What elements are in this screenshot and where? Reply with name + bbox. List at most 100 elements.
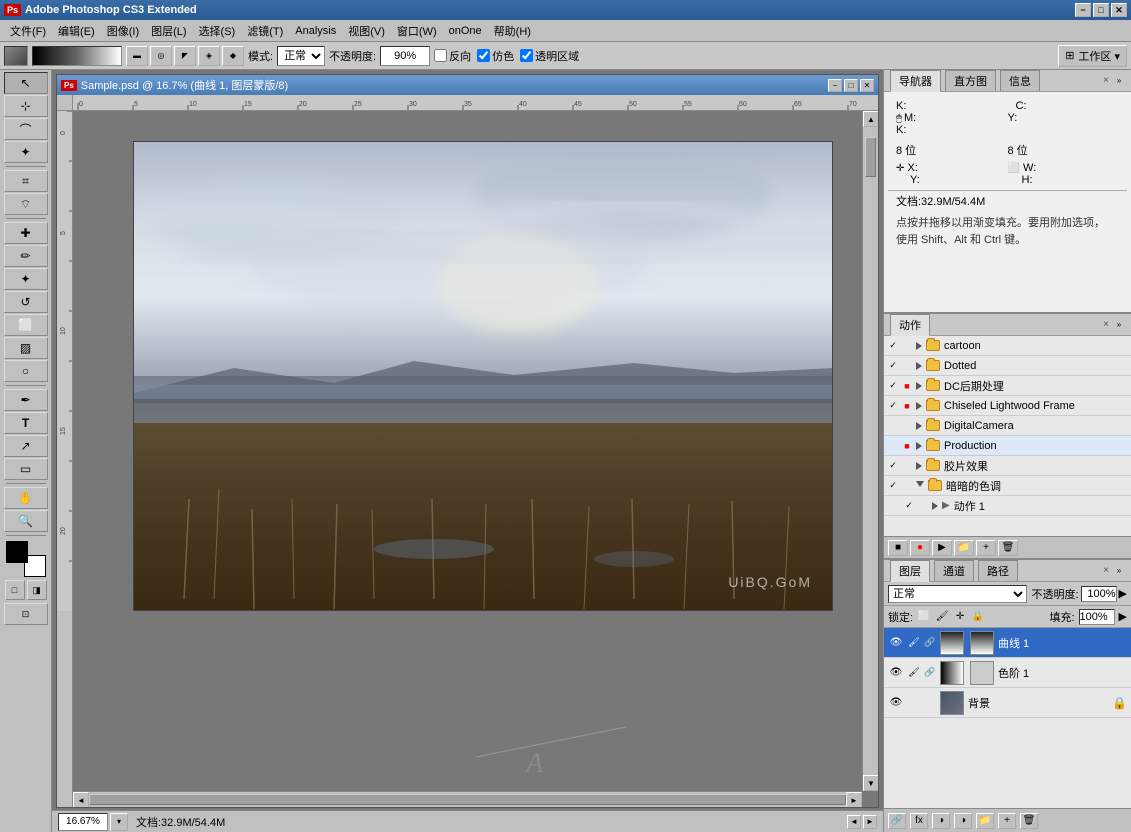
actions-expand[interactable]: » (1113, 319, 1125, 331)
close-button[interactable]: ✕ (1111, 3, 1127, 17)
marquee-tool[interactable]: ⊹ (4, 95, 48, 117)
tab-paths[interactable]: 路径 (978, 560, 1018, 581)
dodge-tool[interactable]: ○ (4, 360, 48, 382)
screen-mode-btn[interactable]: ⊡ (4, 603, 48, 625)
gradient-tool[interactable]: ▨ (4, 337, 48, 359)
scroll-right-btn[interactable]: ► (846, 792, 862, 807)
opacity-arrow[interactable]: ▶ (1119, 587, 1127, 600)
crop-tool[interactable]: ⌗ (4, 170, 48, 192)
action-film-expand[interactable] (916, 462, 922, 470)
maximize-button[interactable]: □ (1093, 3, 1109, 17)
lock-move-btn[interactable]: ✛ (953, 610, 967, 624)
menu-onone[interactable]: onOne (443, 23, 488, 39)
menu-layer[interactable]: 图层(L) (145, 21, 192, 41)
action-dark-tone[interactable]: ✓ 暗暗的色调 (884, 476, 1131, 496)
layers-close[interactable]: × (1103, 565, 1109, 576)
action-cartoon[interactable]: ✓ cartoon (884, 336, 1131, 356)
action-chiseled[interactable]: ✓ ■ Chiseled Lightwood Frame (884, 396, 1131, 416)
layer-mask-btn[interactable]: ◑ (932, 813, 950, 829)
blend-mode-select[interactable]: 正常 (277, 46, 325, 66)
layer-delete-btn[interactable]: 🗑 (1020, 813, 1038, 829)
lasso-tool[interactable]: ⌒ (4, 118, 48, 140)
fill-arrow[interactable]: ▶ (1119, 610, 1127, 623)
action-film[interactable]: ✓ 胶片效果 (884, 456, 1131, 476)
foreground-color[interactable] (6, 541, 28, 563)
layer-group-btn[interactable]: 📁 (976, 813, 994, 829)
tab-navigator[interactable]: 导航器 (890, 70, 941, 92)
menu-select[interactable]: 选择(S) (193, 21, 242, 41)
menu-window[interactable]: 窗口(W) (391, 21, 443, 41)
hand-tool[interactable]: ✋ (4, 487, 48, 509)
action-dc-expand[interactable] (916, 382, 922, 390)
tab-actions[interactable]: 动作 (890, 314, 930, 336)
menu-filter[interactable]: 滤镜(T) (241, 21, 289, 41)
doc-maximize-btn[interactable]: □ (844, 79, 858, 92)
transparency-check[interactable]: 透明区域 (520, 48, 579, 64)
zoom-preset-btn[interactable]: ▾ (110, 813, 128, 831)
layer-levels-chain[interactable]: 🔗 (924, 665, 936, 681)
clone-tool[interactable]: ✦ (4, 268, 48, 290)
menu-file[interactable]: 文件(F) (4, 21, 52, 41)
status-right-arrow[interactable]: ► (863, 815, 877, 829)
action-dc2-expand[interactable] (916, 422, 922, 430)
action-dotted-expand[interactable] (916, 362, 922, 370)
scroll-left-btn[interactable]: ◄ (73, 792, 89, 807)
action-digitalcamera[interactable]: DigitalCamera (884, 416, 1131, 436)
quick-mask-btn[interactable]: ◨ (27, 580, 47, 600)
tab-histogram[interactable]: 直方图 (945, 70, 996, 91)
move-tool[interactable]: ↖ (4, 72, 48, 94)
radial-gradient-btn[interactable]: ◎ (150, 46, 172, 66)
actions-record-btn[interactable]: ● (910, 540, 930, 556)
pen-tool[interactable]: ✒ (4, 389, 48, 411)
menu-edit[interactable]: 编辑(E) (52, 21, 101, 41)
layer-bg-eye[interactable]: 👁 (888, 695, 904, 711)
minimize-button[interactable]: − (1075, 3, 1091, 17)
action-production[interactable]: ■ Production (884, 436, 1131, 456)
layer-new-btn[interactable]: + (998, 813, 1016, 829)
dither-check[interactable]: 仿色 (477, 48, 514, 64)
eraser-tool[interactable]: ⬜ (4, 314, 48, 336)
action-dotted[interactable]: ✓ Dotted (884, 356, 1131, 376)
gradient-swatch[interactable] (4, 46, 28, 66)
brush-tool[interactable]: ✏ (4, 245, 48, 267)
zoom-input[interactable] (58, 813, 108, 831)
opacity-value-layers[interactable] (1081, 586, 1117, 602)
layer-levels[interactable]: 👁 🖌 🔗 色阶 1 (884, 658, 1131, 688)
actions-new-set-btn[interactable]: 📁 (954, 540, 974, 556)
action-a1-expand[interactable] (932, 502, 938, 510)
scroll-down-btn[interactable]: ▼ (863, 775, 878, 791)
doc-minimize-btn[interactable]: − (828, 79, 842, 92)
action-prod-expand[interactable] (916, 442, 922, 450)
reverse-check[interactable]: 反向 (434, 48, 471, 64)
diamond-gradient-btn[interactable]: ◆ (222, 46, 244, 66)
actions-close[interactable]: × (1103, 319, 1109, 330)
lock-paint-btn[interactable]: 🖌 (935, 610, 949, 624)
angle-gradient-btn[interactable]: ◤ (174, 46, 196, 66)
action-dark-expand[interactable] (916, 481, 924, 491)
actions-play-btn[interactable]: ▶ (932, 540, 952, 556)
navigator-expand[interactable]: » (1113, 75, 1125, 87)
fill-value-input[interactable] (1079, 609, 1115, 625)
reflect-gradient-btn[interactable]: ◈ (198, 46, 220, 66)
shape-tool[interactable]: ▭ (4, 458, 48, 480)
linear-gradient-btn[interactable]: ▬ (126, 46, 148, 66)
action-chiseled-expand[interactable] (916, 402, 922, 410)
path-selection[interactable]: ↗ (4, 435, 48, 457)
actions-stop-btn[interactable]: ■ (888, 540, 908, 556)
action-action1[interactable]: ✓ ▶ 动作 1 (884, 496, 1131, 516)
hscroll-thumb[interactable] (89, 794, 846, 805)
layer-background[interactable]: 👁 背景 🔒 (884, 688, 1131, 718)
tab-info[interactable]: 信息 (1000, 70, 1040, 91)
horizontal-scrollbar[interactable]: ◄ ► (73, 791, 862, 807)
slice-tool[interactable]: ⌔ (4, 193, 48, 215)
action-dc[interactable]: ✓ ■ DC后期处理 (884, 376, 1131, 396)
type-tool[interactable]: T (4, 412, 48, 434)
navigator-close[interactable]: × (1103, 75, 1109, 86)
scroll-up-btn[interactable]: ▲ (863, 111, 878, 127)
vertical-scrollbar[interactable]: ▲ ▼ (862, 111, 878, 791)
layer-link-btn[interactable]: 🔗 (888, 813, 906, 829)
healing-tool[interactable]: ✚ (4, 222, 48, 244)
layer-curves-eye[interactable]: 👁 (888, 635, 904, 651)
layers-expand[interactable]: » (1113, 565, 1125, 577)
opacity-input[interactable] (380, 46, 430, 66)
